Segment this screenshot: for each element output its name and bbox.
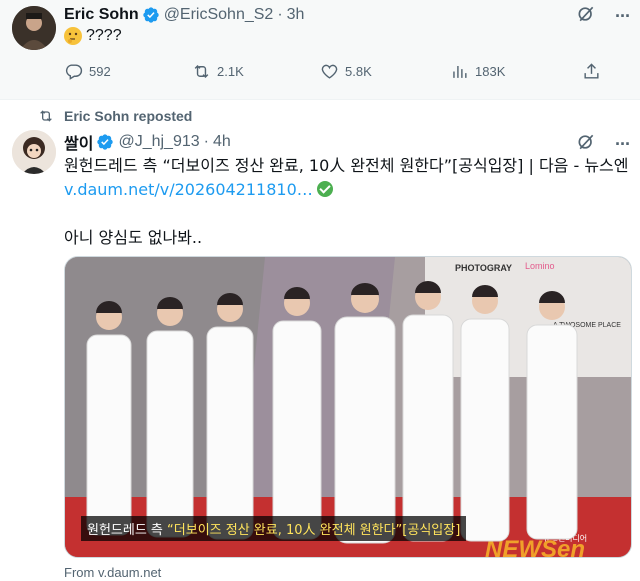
separator: · [203,133,209,150]
tweet-text: ???? [64,27,122,45]
views-button[interactable]: 183K [450,62,505,81]
repost-banner-text: Eric Sohn reposted [64,108,193,124]
repost-icon [194,64,209,79]
repost-icon [40,110,52,122]
more-options-icon[interactable]: ··· [615,134,631,155]
share-button[interactable] [582,62,601,81]
caption-highlight: “더보이즈 정산 완료, 10人 완전체 원한다”[공식입장] [167,523,461,538]
author-handle[interactable]: @J_hj_913 [118,133,199,151]
backdrop-text: PHOTOGRAY [455,263,512,273]
verified-badge-icon [143,7,159,23]
author-row: Eric Sohn @EricSohn_S2 · 3h [64,4,304,26]
author-row: 쌀이 @J_hj_913 · 4h [64,131,231,153]
reply-icon [65,64,83,80]
reply-count: 592 [89,64,111,79]
grok-icon[interactable] [576,132,596,152]
grok-icon[interactable] [576,4,596,24]
author-handle[interactable]: @EricSohn_S2 [164,6,274,24]
action-bar: 592 2.1K 5.8K 183K [64,62,604,86]
repost-banner[interactable]: Eric Sohn reposted [38,108,192,124]
like-button[interactable]: 5.8K [320,62,372,81]
avatar[interactable] [12,6,56,50]
media-caption: 원헌드레드 측 “더보이즈 정산 완료, 10人 완전체 원한다”[공식입장] [81,516,467,541]
repost-button[interactable]: 2.1K [192,62,244,81]
link-source[interactable]: From v.daum.net [64,565,161,580]
tweet-text-content: ???? [86,27,122,44]
views-icon [453,65,467,78]
tweet-text: 원헌드레드 측 “더보이즈 정산 완료, 10人 완전체 원한다”[공식입장] … [64,154,632,250]
article-link[interactable]: v.daum.net/v/202604211810… [64,180,313,199]
caption-prefix: 원헌드레드 측 [87,523,163,538]
media-card[interactable]: PHOTOGRAY Lomino A TWOSOME PLACE 뉴스엔미디어 … [64,256,632,558]
repost-count: 2.1K [217,64,244,79]
like-count: 5.8K [345,64,372,79]
group-photo: PHOTOGRAY Lomino A TWOSOME PLACE 뉴스엔미디어 … [65,257,631,557]
backdrop-text: Lomino [525,261,555,271]
timestamp[interactable]: 3h [287,6,305,24]
more-options-icon[interactable]: ··· [615,6,631,27]
reply-button[interactable]: 592 [64,62,111,81]
tweet-text-line: 원헌드레드 측 “더보이즈 정산 완료, 10人 완전체 원한다”[공식입장] … [64,156,629,175]
heart-icon [321,64,338,79]
separator: · [277,6,283,23]
verified-badge-icon [97,134,114,150]
author-name[interactable]: Eric Sohn [64,6,139,24]
check-mark-icon [316,181,333,197]
author-name[interactable]: 쌀이 [64,130,93,154]
view-count: 183K [475,64,506,79]
share-icon [584,63,599,79]
avatar[interactable] [12,130,56,174]
timestamp[interactable]: 4h [213,133,231,151]
thinking-face-icon [64,27,82,45]
tweet-text-paragraph: 아니 양심도 없나봐.. [64,228,203,247]
tweet-eric-sohn[interactable]: Eric Sohn @EricSohn_S2 · 3h ··· ???? 592 [0,0,640,100]
